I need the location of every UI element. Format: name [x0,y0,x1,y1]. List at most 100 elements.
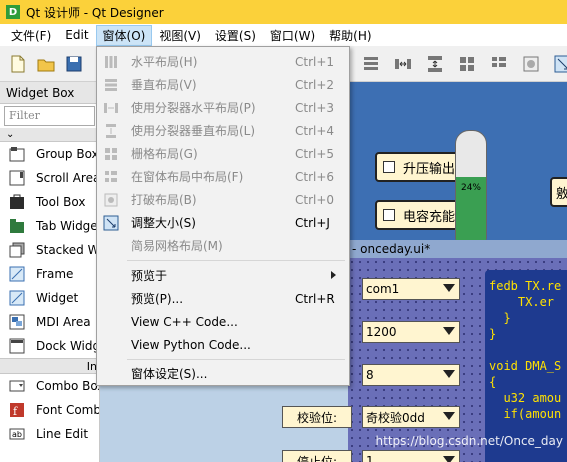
menu-view[interactable]: 视图(V) [152,25,208,46]
menu-bar: 文件(F) Edit 窗体(O) 视图(V) 设置(S) 窗口(W) 帮助(H) [0,24,567,46]
new-file-button[interactable] [6,52,30,76]
input-widgets-list: Combo Box f Font Combo Box ab Line Edit [0,374,99,446]
menu-item-view-python-code[interactable]: View Python Code... [97,333,349,356]
menu-help[interactable]: 帮助(H) [322,25,378,46]
widget-item-dock-widget[interactable]: Dock Widget [0,334,99,358]
folder-icon [37,59,55,71]
menu-settings[interactable]: 设置(S) [208,25,263,46]
widget-item-line-edit[interactable]: ab Line Edit [0,422,99,446]
side-button[interactable]: 敫 [550,177,567,207]
chevron-down-icon [443,284,455,292]
group-box-icon [9,147,25,162]
input-widgets-category[interactable]: In [0,358,99,374]
widget-item-scroll-area[interactable]: Scroll Area [0,166,99,190]
vertical-layout-icon [105,78,117,91]
widget-item-combo-box[interactable]: Combo Box [0,374,99,398]
baud-combo[interactable]: 1200 [362,321,460,343]
menu-item-horizontal-layout[interactable]: 水平布局(H) Ctrl+1 [97,50,349,73]
save-icon [66,56,82,71]
layout-grid-button[interactable] [454,52,480,76]
widget-item-font-combo-box[interactable]: f Font Combo Box [0,398,99,422]
dock-widget-icon [9,338,25,354]
layout-toolbar [358,52,567,76]
adjust-size-button[interactable] [550,52,567,76]
menu-form[interactable]: 窗体(O) [95,24,153,46]
layout-split-vertical-button[interactable] [422,52,448,76]
databits-combo[interactable]: 8 [362,364,460,386]
split-horizontal-icon [395,59,411,69]
grid-layout-icon [460,57,474,71]
app-icon: D [6,5,20,19]
layout-form-button[interactable] [486,52,512,76]
widget-item-frame[interactable]: Frame [0,262,99,286]
stopbit-label: 停止位: [282,450,352,462]
widget-item-mdi-area[interactable]: MDI Area [0,310,99,334]
widget-item-group-box[interactable]: Group Box [0,142,99,166]
widget-item-tool-box[interactable]: Tool Box [0,190,99,214]
menu-item-preview[interactable]: 预览(P)... Ctrl+R [97,287,349,310]
parity-label: 校验位: [282,406,352,428]
break-layout-icon [104,193,118,206]
subwindow-title: - onceday.ui* [348,240,567,258]
combo-box-icon [9,380,25,392]
split-vertical-icon [106,123,116,138]
form-menu-dropdown: 水平布局(H) Ctrl+1 垂直布局(V) Ctrl+2 使用分裂器水平布局(… [96,46,350,386]
port-combo[interactable]: com1 [362,278,460,300]
window-title: Qt 设计师 - Qt Designer [26,5,164,20]
widget-item-widget[interactable]: Widget [0,286,99,310]
grid-layout-icon [105,147,117,160]
menu-item-preview-in[interactable]: 预览于 [97,264,349,287]
menu-item-form-layout[interactable]: 在窗体布局中布局(F) Ctrl+6 [97,165,349,188]
layout-vertical-button[interactable] [358,52,384,76]
menu-item-split-horizontal[interactable]: 使用分裂器水平布局(P) Ctrl+3 [97,96,349,119]
widget-box-title: Widget Box [0,82,99,104]
menu-item-vertical-layout[interactable]: 垂直布局(V) Ctrl+2 [97,73,349,96]
parity-combo[interactable]: 奇校验0dd [362,406,460,428]
watermark: https://blog.csdn.net/Once_day [375,434,563,448]
containers-category[interactable]: ⌄ [0,128,99,142]
form-layout-icon [492,57,506,67]
menu-item-split-vertical[interactable]: 使用分裂器垂直布局(L) Ctrl+4 [97,119,349,142]
break-layout-button[interactable] [518,52,544,76]
split-horizontal-icon [104,102,118,113]
widget-item-tab-widget[interactable]: Tab Widget [0,214,99,238]
tab-widget-icon [10,219,24,233]
horizontal-layout-icon [105,55,117,68]
chevron-down-icon [443,456,455,462]
chevron-down-icon [443,370,455,378]
save-button[interactable] [62,52,86,76]
widget-filter-input[interactable]: Filter [4,106,95,126]
containers-list: Group Box Scroll Area Tool Box Tab Widge… [0,142,99,358]
form-layout-icon [105,170,117,182]
widget-box-panel: Widget Box Filter ⌄ Group Box Scroll Are… [0,82,100,462]
layout-split-horizontal-button[interactable] [390,52,416,76]
font-combo-box-icon: f [10,403,24,418]
menu-separator [127,359,345,360]
menu-item-view-cpp-code[interactable]: View C++ Code... [97,310,349,333]
menu-window[interactable]: 窗口(W) [263,25,322,46]
menu-edit[interactable]: Edit [58,26,95,44]
new-file-icon [11,55,25,72]
chevron-right-icon [331,271,336,279]
widget-item-stacked-widget[interactable]: Stacked Widget [0,238,99,262]
menu-item-simple-grid[interactable]: 简易网格布局(M) [97,234,349,257]
scroll-area-icon [9,170,25,186]
stopbit-combo[interactable]: 1 [362,450,460,462]
menu-item-grid-layout[interactable]: 栅格布局(G) Ctrl+5 [97,142,349,165]
widget-icon [9,290,25,306]
checkbox [383,161,395,173]
chevron-down-icon [443,412,455,420]
stacked-widget-icon [9,242,25,258]
menu-item-form-settings[interactable]: 窗体设定(S)... [97,362,349,385]
menu-item-adjust-size[interactable]: 调整大小(S) Ctrl+J [97,211,349,234]
menu-item-break-layout[interactable]: 打破布局(B) Ctrl+0 [97,188,349,211]
chevron-down-icon [443,327,455,335]
adjust-size-icon [103,215,119,230]
menu-file[interactable]: 文件(F) [4,25,58,46]
open-file-button[interactable] [34,52,58,76]
tool-box-icon [10,194,24,209]
adjust-size-icon [554,55,567,73]
break-layout-icon [523,56,539,72]
gauge-value: 24% [460,183,481,193]
progress-gauge: 24% [455,130,487,242]
